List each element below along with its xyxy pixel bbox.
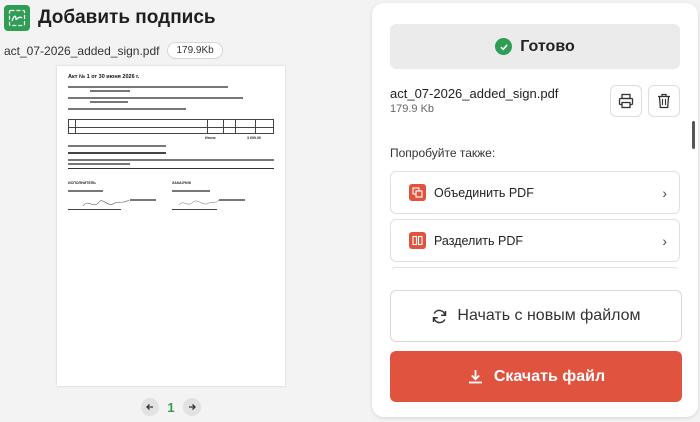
result-file-name: act_07-2026_added_sign.pdf xyxy=(390,86,559,101)
file-info: act_07-2026_added_sign.pdf 179.9Kb xyxy=(4,42,223,59)
printer-icon xyxy=(618,93,634,109)
suggestion-item-partial[interactable] xyxy=(390,267,680,269)
handwritten-signature xyxy=(178,199,220,206)
start-new-file-label: Начать с новым файлом xyxy=(457,307,641,324)
split-pdf-icon xyxy=(409,232,426,249)
page-title: Добавить подпись xyxy=(38,7,216,28)
print-button[interactable] xyxy=(610,85,642,117)
doc-text-line xyxy=(68,159,274,161)
download-icon xyxy=(468,370,482,384)
chevron-right-icon: › xyxy=(662,184,667,201)
doc-text-line xyxy=(68,145,166,147)
doc-text-line xyxy=(68,190,103,192)
doc-total-label: Итого: xyxy=(205,136,217,140)
app-header: Добавить подпись xyxy=(4,4,216,32)
delete-button[interactable] xyxy=(648,85,680,117)
start-new-file-button[interactable]: Начать с новым файлом xyxy=(390,290,682,342)
merge-pdf-icon xyxy=(409,184,426,201)
suggestion-list: Объединить PDF › Разделить PDF › xyxy=(390,171,680,269)
trash-icon xyxy=(658,93,670,109)
download-label: Скачать файл xyxy=(493,367,606,385)
doc-text-line xyxy=(68,163,130,165)
status-text: Готово xyxy=(520,37,575,55)
download-button[interactable]: Скачать файл xyxy=(390,351,682,402)
signature-icon xyxy=(4,5,30,31)
doc-text-line xyxy=(68,97,243,99)
panel-scrollbar[interactable] xyxy=(692,121,695,149)
refresh-icon xyxy=(433,309,447,323)
doc-divider xyxy=(68,168,274,169)
doc-text-line xyxy=(130,199,156,201)
suggestion-label: Объединить PDF xyxy=(434,185,534,200)
chevron-right-icon: › xyxy=(662,232,667,249)
doc-text-line xyxy=(219,199,245,201)
document-preview[interactable]: Акт № 1 от 30 июня 2026 г. Итого: 3 600.… xyxy=(57,66,285,386)
doc-table xyxy=(68,119,274,134)
file-size-badge: 179.9Kb xyxy=(167,42,223,59)
doc-text-line xyxy=(68,86,228,88)
arrow-right-icon[interactable] xyxy=(183,398,201,416)
suggestion-label: Разделить PDF xyxy=(434,233,524,248)
current-page: 1 xyxy=(167,399,175,415)
suggest-title: Попробуйте также: xyxy=(390,146,496,160)
status-bar: Готово xyxy=(390,24,680,69)
doc-text-line xyxy=(68,152,166,154)
doc-left-party: ИСПОЛНИТЕЛЬ xyxy=(68,181,96,185)
suggestion-merge-pdf[interactable]: Объединить PDF › xyxy=(390,171,680,214)
doc-text-line xyxy=(68,108,186,110)
suggestion-split-pdf[interactable]: Разделить PDF › xyxy=(390,219,680,262)
doc-right-party: ЗАКАЗЧИК xyxy=(172,181,192,185)
document-heading: Акт № 1 от 30 июня 2026 г. xyxy=(68,74,140,80)
doc-text-line xyxy=(90,101,128,103)
result-file-size: 179.9 Kb xyxy=(390,103,435,115)
check-circle-icon xyxy=(495,38,513,55)
handwritten-signature xyxy=(82,199,130,207)
arrow-left-icon[interactable] xyxy=(141,398,159,416)
doc-text-line xyxy=(90,90,130,92)
doc-total-value: 3 600.00 xyxy=(247,136,261,140)
result-panel: Готово act_07-2026_added_sign.pdf 179.9 … xyxy=(372,3,698,417)
file-name: act_07-2026_added_sign.pdf xyxy=(4,43,160,58)
page-pager: 1 xyxy=(141,398,201,416)
doc-text-line xyxy=(172,190,210,192)
